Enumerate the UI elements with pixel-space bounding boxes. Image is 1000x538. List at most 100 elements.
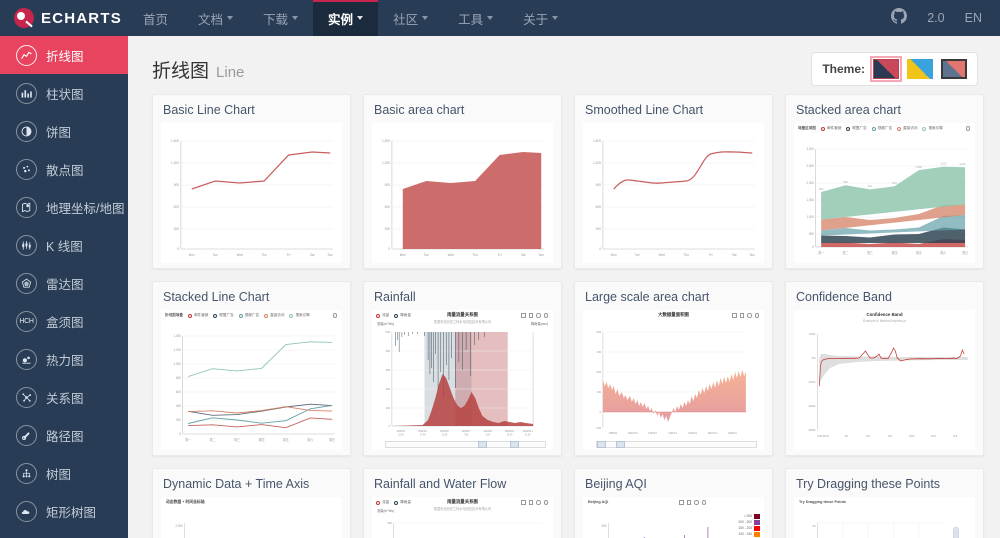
nav-item-tools[interactable]: 工具 <box>443 0 508 36</box>
chart-legend[interactable]: 堆叠区域图 邮件营销 联盟广告 视频广告 直接访问 搜索引擎 <box>798 126 971 131</box>
legend-item: 邮件营销 <box>820 126 841 131</box>
nav-label: 首页 <box>143 12 169 27</box>
example-card-try-dragging-these-points[interactable]: Try Dragging these Points Try Dragging t… <box>785 468 984 538</box>
chart-beijing-aqi[interactable]: Beijing AQI > 300 200 - 300 150 - 200 10… <box>583 497 764 538</box>
svg-text:周日: 周日 <box>962 250 968 255</box>
svg-text:1992/5/7: 1992/5/7 <box>648 432 657 435</box>
chevron-down-icon <box>552 16 559 20</box>
chart-basic-line-chart[interactable]: 1,500 1,200 900 600 300 0 Mon Tue Wed Thu Fri Sa… <box>161 123 342 263</box>
nav-item-download[interactable]: 下载 <box>248 0 313 36</box>
example-card-stacked-line-chart[interactable]: Stacked Line Chart 折线图堆叠 邮件营销 联盟广告 视频广告 … <box>152 281 351 456</box>
sidebar-item-label: 树图 <box>46 467 72 482</box>
example-card-beijing-aqi[interactable]: Beijing AQI Beijing AQI > 300 200 - 300 … <box>574 468 773 538</box>
nav-item-docs[interactable]: 文档 <box>183 0 248 36</box>
example-card-confidence-band[interactable]: Confidence Band Confidence Band Example … <box>785 281 984 456</box>
theme-selector: Theme: <box>811 52 978 86</box>
card-title: Basic area chart <box>374 103 465 117</box>
svg-text:934: 934 <box>892 181 897 185</box>
chart-try-dragging-these-points[interactable]: Try Dragging these Points 80400-40 <box>794 497 975 538</box>
nav-item-home[interactable]: 首页 <box>128 0 183 36</box>
chart-large-scale-area-chart[interactable]: 大数据量面积图 400 300 200 100 0 -100 1988/9/4 … <box>583 310 764 450</box>
svg-text:100: 100 <box>386 406 391 410</box>
chart-legend[interactable]: 折线图堆叠 邮件营销 联盟广告 视频广告 直接访问 搜索引擎 <box>165 313 338 318</box>
sidebar-item-lines-path[interactable]: 路径图 <box>0 416 128 454</box>
svg-text:11/27: 11/27 <box>931 435 937 438</box>
chart-rainfall[interactable]: 流量 降雨量 雨量流量关系图 数据来自西安兰特水电测控技术有限公司 流量(m^3… <box>372 310 553 450</box>
nav-item-about[interactable]: 关于 <box>508 0 573 36</box>
chart-toolbox[interactable] <box>965 126 970 131</box>
sidebar-item-boxplot[interactable]: HCH 盒须图 <box>0 302 128 340</box>
chart-basic-area-chart[interactable]: 1,500 1,200 900 600 300 0 Mon Tue Wed Thu Fri Sa… <box>372 123 553 263</box>
svg-text:Sun: Sun <box>749 253 755 257</box>
example-card-smoothed-line-chart[interactable]: Smoothed Line Chart 1,500 1,200 900 600 300… <box>574 94 773 269</box>
example-card-rainfall-and-water-flow[interactable]: Rainfall and Water Flow 流量 降雨量 雨量流量关系图 数… <box>363 468 562 538</box>
svg-text:300: 300 <box>385 227 391 231</box>
theme-swatch-slate-red[interactable] <box>941 59 967 79</box>
example-card-rainfall[interactable]: Rainfall 流量 降雨量 雨量流量关系图 数据来自西安兰特水电测控技术有限… <box>363 281 562 456</box>
chart-toolbox[interactable] <box>332 313 337 318</box>
datazoom-slider[interactable] <box>384 441 546 448</box>
chart-toolbox[interactable] <box>521 313 548 318</box>
example-card-basic-line-chart[interactable]: Basic Line Chart 1,500 1,200 900 600 300 0 <box>152 94 351 269</box>
page-title-en: Line <box>216 63 245 81</box>
svg-text:周五: 周五 <box>916 250 922 255</box>
chart-toolbox[interactable] <box>732 313 759 318</box>
svg-text:400: 400 <box>176 404 181 408</box>
chart-toolbox[interactable] <box>521 500 548 505</box>
brand-logo-link[interactable]: ECHARTS <box>0 0 128 36</box>
chart-confidence-band[interactable]: Confidence Band Example in MetricsGraphi… <box>794 310 975 450</box>
chart-rainfall-and-water-flow[interactable]: 流量 降雨量 雨量流量关系图 数据来自西安兰特水电测控技术有限公司 流量(m^3… <box>372 497 553 538</box>
svg-text:Fri: Fri <box>709 253 713 257</box>
theme-swatch-dark-red[interactable] <box>870 56 902 82</box>
svg-text:900: 900 <box>596 183 602 187</box>
chart-type-sidebar: 折线图 柱状图 饼图 散点图 地理坐标/地图 K 线图 雷达图 HCH 盒须图 <box>0 36 128 538</box>
chart-stacked-area-chart[interactable]: 堆叠区域图 邮件营销 联盟广告 视频广告 直接访问 搜索引擎 3,000 2,5… <box>794 123 975 263</box>
svg-text:Sat: Sat <box>732 253 737 257</box>
datazoom-slider[interactable] <box>595 441 757 448</box>
chart-stacked-line-chart[interactable]: 折线图堆叠 邮件营销 联盟广告 视频广告 直接访问 搜索引擎 1,400 1,2… <box>161 310 342 450</box>
sidebar-item-pie[interactable]: 饼图 <box>0 112 128 150</box>
language-selector[interactable]: EN <box>965 11 982 25</box>
example-card-basic-area-chart[interactable]: Basic area chart 1,500 1,200 900 600 300 0 <box>363 94 562 269</box>
nav-item-community[interactable]: 社区 <box>378 0 443 36</box>
svg-text:300: 300 <box>597 350 602 354</box>
github-icon[interactable] <box>891 7 908 29</box>
theme-swatch-blue-yellow[interactable] <box>907 59 933 79</box>
sidebar-item-heatmap[interactable]: 热力图 <box>0 340 128 378</box>
svg-text:300: 300 <box>386 368 391 372</box>
sidebar-item-treemap[interactable]: 矩形树图 <box>0 492 128 530</box>
sidebar-item-label: 散点图 <box>46 163 84 178</box>
chart-inner-title: Beijing AQI <box>588 500 609 504</box>
example-card-large-scale-area-chart[interactable]: Large scale area chart 大数据量面积图 400 300 2… <box>574 281 773 456</box>
nav-item-examples[interactable]: 实例 <box>313 0 379 36</box>
sidebar-item-map[interactable]: 地理坐标/地图 <box>0 188 128 226</box>
chart-smoothed-line-chart[interactable]: 1,500 1,200 900 600 300 0 Mon Tue Wed Thu Fri Sa… <box>583 123 764 263</box>
chart-toolbox[interactable] <box>679 500 706 505</box>
sidebar-item-line[interactable]: 折线图 <box>0 36 128 74</box>
sidebar-item-tree[interactable]: 树图 <box>0 454 128 492</box>
example-card-dynamic-data-time-axis[interactable]: Dynamic Data + Time Axis 动态数据 + 时间坐标轴 2,… <box>152 468 351 538</box>
card-title: Stacked Line Chart <box>163 290 270 304</box>
sidebar-item-candlestick[interactable]: K 线图 <box>0 226 128 264</box>
legend-title: 堆叠区域图 <box>798 126 816 130</box>
svg-text:1,200: 1,200 <box>173 348 181 352</box>
svg-text:500: 500 <box>387 521 392 525</box>
sidebar-item-radar[interactable]: 雷达图 <box>0 264 128 302</box>
sidebar-item-label: 雷达图 <box>46 277 84 292</box>
svg-text:-100%: -100% <box>808 380 816 384</box>
svg-text:200: 200 <box>386 387 391 391</box>
sidebar-item-bar[interactable]: 柱状图 <box>0 74 128 112</box>
example-card-stacked-area-chart[interactable]: Stacked area chart 堆叠区域图 邮件营销 联盟广告 视频广告 … <box>785 94 984 269</box>
tree-icon <box>16 462 37 484</box>
sidebar-item-scatter[interactable]: 散点图 <box>0 150 128 188</box>
svg-text:3,000: 3,000 <box>806 147 814 151</box>
chart-dynamic-data-time-axis[interactable]: 动态数据 + 时间坐标轴 2,0001,0000 <box>161 497 342 538</box>
svg-text:600: 600 <box>176 390 181 394</box>
pie-chart-icon <box>16 120 37 142</box>
visualmap-legend[interactable]: > 300 200 - 300 150 - 200 100 - 150 50 -… <box>739 513 760 538</box>
svg-text:0: 0 <box>177 247 179 251</box>
svg-text:Tue: Tue <box>424 253 429 257</box>
sidebar-item-graph[interactable]: 关系图 <box>0 378 128 416</box>
version-selector[interactable]: 2.0 <box>927 11 944 25</box>
heatmap-icon <box>16 348 37 370</box>
